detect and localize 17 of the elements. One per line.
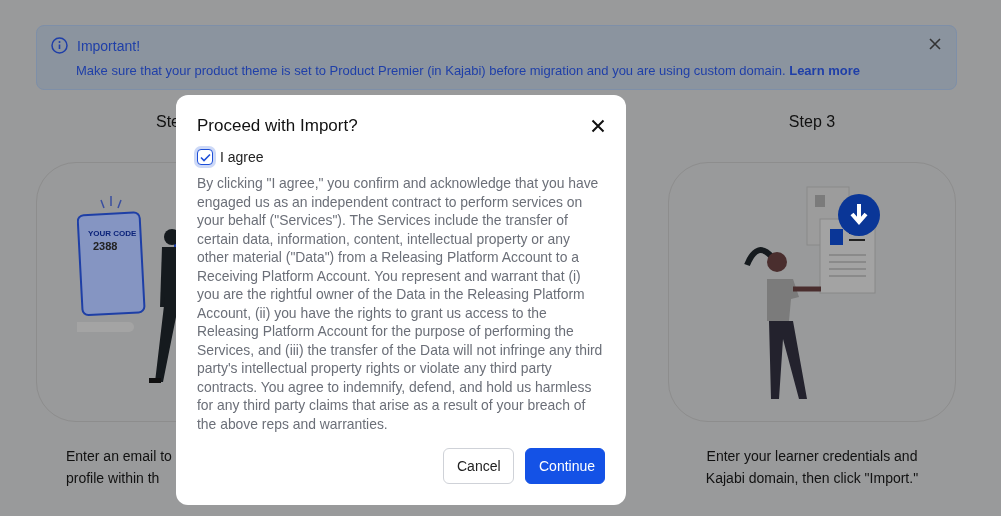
agree-label: I agree <box>220 149 264 165</box>
banner-title: Important! <box>77 37 141 54</box>
code-label: YOUR CODE <box>88 229 137 238</box>
terms-text: By clicking "I agree," you confirm and acknowledge that you have engaged us as an independent contract to perform services on your behalf ("Services"). The Services include the transfer of certain data, information, content, intellectual property or any other material ("Data") from a Releasing Platform Account to a Receiving Platform Account. You represent and warrant that (i) you are the rightful owner of the Data in the Releasing Platform Account, (ii) you have the rights to grant us access to the Releasing Platform Account for the purpose of performing the Services, and (iii) the transfer of the Data will not infringe any third party's intellectual property rights or violate any third party contracts. You agree to indemnify, defend, and hold us harmless for any third party claims that arise as a result of your breach of the above reps and warranties. <box>197 174 604 433</box>
info-icon <box>51 37 68 54</box>
verification-code: 2388 <box>93 240 118 252</box>
agree-checkbox[interactable] <box>197 149 213 165</box>
close-icon[interactable] <box>591 119 605 133</box>
step-description: Kajabi domain, then click "Import." <box>705 469 919 488</box>
step-description: Enter your learner credentials and <box>706 447 918 466</box>
continue-button[interactable]: Continue <box>525 448 605 484</box>
step-title: Step 3 <box>788 113 836 130</box>
dialog-title: Proceed with Import? <box>197 116 358 136</box>
cancel-button[interactable]: Cancel <box>443 448 514 484</box>
banner-message: Make sure that your product theme is set to Product Premier (in Kajabi) before migration and you are using custom domain. Learn more <box>76 63 860 78</box>
step-description: profile within th <box>66 469 160 488</box>
step-description: Enter an email to <box>66 447 172 466</box>
